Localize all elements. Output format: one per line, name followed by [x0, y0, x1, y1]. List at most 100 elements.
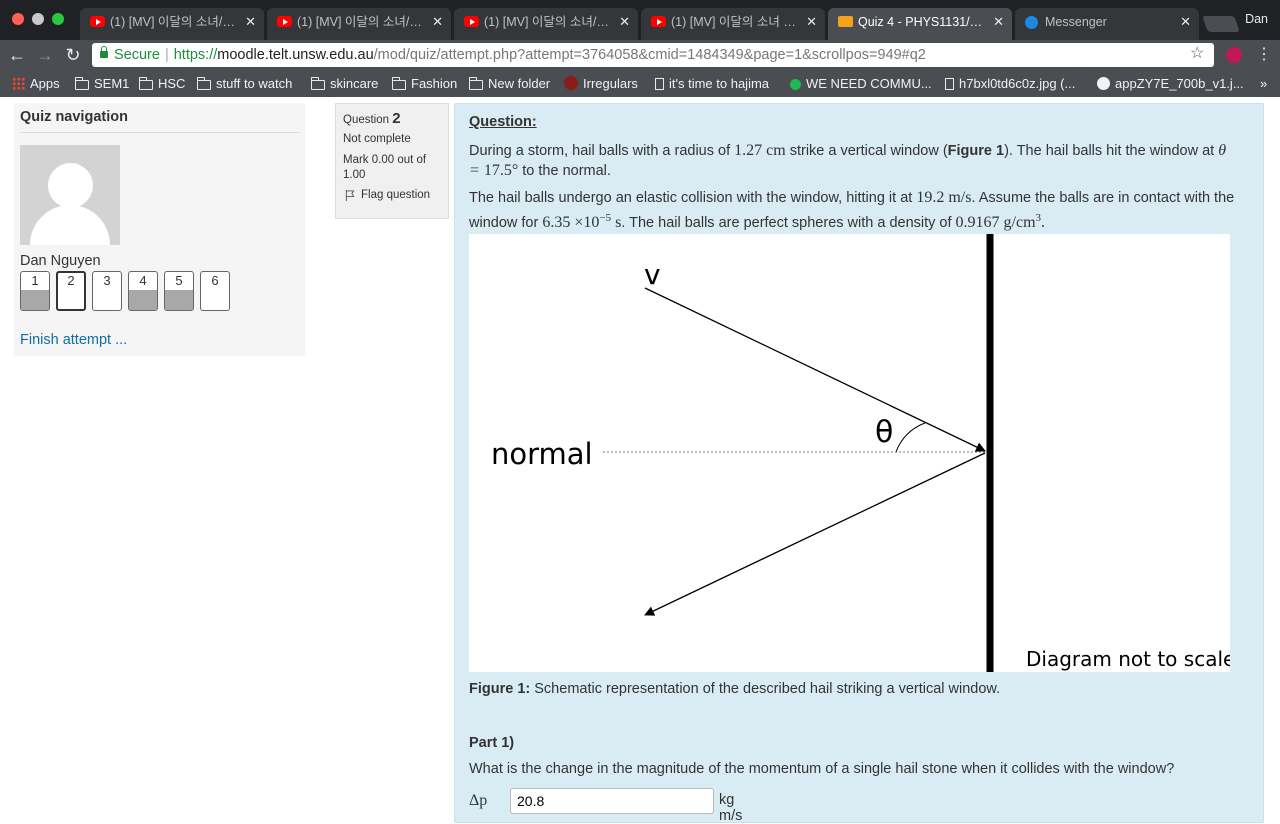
answer-label: Δp [469, 792, 488, 809]
youtube-icon [464, 16, 479, 27]
question-heading: Question: [469, 114, 537, 130]
profile-name[interactable]: Dan [1245, 12, 1268, 26]
bookmark-link[interactable]: appZY7E_700b_v1.j... [1097, 70, 1244, 97]
red-circle-icon [564, 76, 578, 90]
forward-arrow-icon[interactable]: → [34, 44, 56, 66]
question-nav-button-6[interactable]: 6 [200, 271, 230, 311]
figure-1-diagram: v θ normal Diagram not to scale [469, 234, 1235, 672]
reload-icon[interactable]: ↻ [62, 44, 84, 66]
maximize-window-button[interactable] [52, 13, 64, 25]
hail-diagram-svg: v θ normal Diagram not to scale [491, 234, 1235, 672]
close-tab-icon[interactable]: ✕ [619, 8, 630, 36]
bookmark-apps[interactable]: Apps [12, 70, 60, 97]
question-grade: Mark 0.00 out of 1.00 [343, 154, 427, 181]
white-circle-icon [1097, 77, 1110, 90]
not-to-scale-note: Diagram not to scale [1026, 647, 1230, 671]
theta-label: θ [875, 415, 893, 450]
question-paragraph-2: The hail balls undergo an elastic collis… [469, 189, 1235, 231]
bookmark-folder[interactable]: SEM1 [74, 70, 129, 97]
page-icon [945, 78, 954, 90]
folder-icon [196, 77, 211, 90]
quiz-navigation-title: Quiz navigation [20, 109, 300, 133]
browser-tab[interactable]: Messenger ✕ [1015, 8, 1199, 40]
bookmark-star-icon[interactable]: ☆ [1190, 43, 1204, 65]
question-state: Not complete [343, 133, 411, 145]
flag-icon [345, 190, 355, 201]
bookmark-link[interactable]: WE NEED COMMU... [790, 70, 932, 97]
folder-icon [468, 77, 483, 90]
quiz-navigation-block: Quiz navigation Dan Nguyen 1 2 3 4 5 6 F… [14, 103, 305, 356]
bookmark-folder[interactable]: New folder [468, 70, 550, 97]
question-info-box: Question 2 Not complete Mark 0.00 out of… [335, 103, 449, 219]
question-content-box: Question: During a storm, hail balls wit… [454, 103, 1264, 824]
browser-tab[interactable]: (1) [MV] 이달의 소녀/희진 ✕ [454, 8, 638, 40]
close-window-button[interactable] [12, 13, 24, 25]
messenger-icon [1025, 16, 1038, 29]
answer-unit: kg m/s [719, 792, 743, 824]
close-tab-icon[interactable]: ✕ [993, 8, 1004, 36]
bookmark-folder[interactable]: stuff to watch [196, 70, 292, 97]
url-scheme: https:// [173, 47, 218, 63]
back-arrow-icon[interactable]: ← [6, 44, 28, 66]
new-tab-button[interactable] [1202, 16, 1240, 32]
user-name[interactable]: Dan Nguyen [20, 253, 101, 269]
browser-menu-icon[interactable]: ⋮ [1256, 44, 1272, 66]
url-host: moodle.telt.unsw.edu.au [217, 47, 374, 63]
velocity-label: v [644, 258, 661, 291]
incoming-velocity-arrow [644, 287, 986, 452]
folder-icon [138, 77, 153, 90]
page-content: Quiz navigation Dan Nguyen 1 2 3 4 5 6 F… [0, 97, 1280, 824]
bookmark-folder[interactable]: skincare [310, 70, 378, 97]
address-bar[interactable]: Secure | https://moodle.telt.unsw.edu.au/m… [92, 43, 1214, 67]
question-nav-button-3[interactable]: 3 [92, 271, 122, 311]
extension-icon[interactable] [1226, 47, 1242, 63]
question-nav-button-5[interactable]: 5 [164, 271, 194, 311]
bookmark-folder[interactable]: Fashion [391, 70, 457, 97]
youtube-icon [651, 16, 666, 27]
part-1-title: Part 1) [469, 735, 515, 751]
question-nav-button-2[interactable]: 2 [56, 271, 86, 311]
outgoing-velocity-arrow [644, 452, 986, 616]
browser-tab[interactable]: (1) [MV] 이달의 소녀/진솔 ✕ [80, 8, 264, 40]
minimize-window-button[interactable] [32, 13, 44, 25]
bookmark-link[interactable]: Irregulars [564, 70, 638, 97]
browser-toolbar: ← → ↻ Secure | https://moodle.telt.unsw.ed… [0, 40, 1280, 70]
flag-question-button[interactable]: Flag question [343, 189, 441, 201]
figure-caption: Figure 1: Schematic representation of th… [469, 681, 1001, 697]
lock-icon [100, 46, 108, 58]
question-paragraph-1: During a storm, hail balls with a radius… [469, 142, 1227, 179]
page-icon [655, 78, 664, 90]
green-circle-icon [790, 79, 801, 90]
close-tab-icon[interactable]: ✕ [432, 8, 443, 36]
browser-tab-strip: (1) [MV] 이달의 소녀/진솔 ✕ (1) [MV] 이달의 소녀/Oli… [0, 0, 1280, 40]
close-tab-icon[interactable]: ✕ [806, 8, 817, 36]
youtube-icon [90, 16, 105, 27]
bookmark-link[interactable]: h7bxl0td6c0z.jpg (... [945, 70, 1075, 97]
question-nav-button-1[interactable]: 1 [20, 271, 50, 311]
browser-tab[interactable]: (1) [MV] 이달의 소녀 오드 ✕ [641, 8, 825, 40]
question-number: Question 2 [343, 110, 401, 127]
theta-angle-arc [895, 422, 926, 453]
finish-attempt-link[interactable]: Finish attempt ... [20, 332, 127, 348]
url-path: /mod/quiz/attempt.php?attempt=3764058&cm… [373, 47, 926, 63]
close-tab-icon[interactable]: ✕ [245, 8, 256, 36]
normal-label: normal [491, 437, 593, 471]
close-tab-icon[interactable]: ✕ [1180, 8, 1191, 36]
bookmarks-overflow-button[interactable]: » [1260, 70, 1267, 97]
bookmarks-bar: Apps SEM1 HSC stuff to watch skincare Fa… [0, 70, 1280, 97]
browser-tab-active[interactable]: Quiz 4 - PHYS1131/114 ✕ [828, 8, 1012, 40]
folder-icon [391, 77, 406, 90]
moodle-icon [838, 16, 853, 27]
user-avatar[interactable] [20, 145, 120, 245]
part-1-question: What is the change in the magnitude of t… [469, 761, 1175, 777]
bookmark-link[interactable]: it's time to hajima [655, 70, 769, 97]
youtube-icon [277, 16, 292, 27]
bookmark-folder[interactable]: HSC [138, 70, 185, 97]
folder-icon [310, 77, 325, 90]
question-nav-button-4[interactable]: 4 [128, 271, 158, 311]
browser-tab[interactable]: (1) [MV] 이달의 소녀/Olivia ✕ [267, 8, 451, 40]
answer-input[interactable] [510, 788, 714, 814]
secure-label: Secure [114, 47, 160, 63]
apps-grid-icon [12, 77, 25, 90]
separator: | [164, 47, 169, 63]
